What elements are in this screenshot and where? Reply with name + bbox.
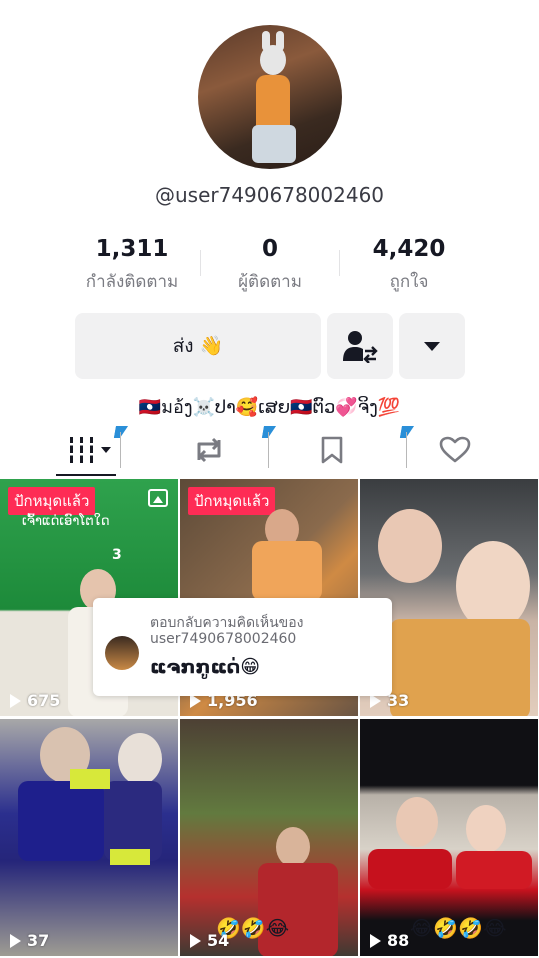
video-thumbnail[interactable]: 😂🤣🤣😂 88 <box>360 719 538 956</box>
stat-followers[interactable]: 0 ผู้ติดตาม <box>200 236 340 295</box>
repost-icon <box>197 437 221 463</box>
play-count: 675 <box>10 691 60 710</box>
avatar-figure-head <box>260 45 286 75</box>
profile-avatar[interactable] <box>198 25 342 169</box>
person-face <box>378 509 442 583</box>
add-friend-button[interactable] <box>327 313 393 379</box>
person-face <box>276 827 310 867</box>
reply-comment-text: ແຈກກູແດ່😁 <box>150 656 261 678</box>
person-face <box>396 797 438 847</box>
stat-divider <box>200 250 201 276</box>
video-caption: ເຈົ້າແດ່ເອົາໂຕໃດ <box>22 514 110 529</box>
person-figure <box>252 541 322 601</box>
stat-following-value: 1,311 <box>95 236 169 262</box>
play-count: 54 <box>190 931 229 950</box>
photo-mode-icon <box>148 489 168 507</box>
video-thumbnail[interactable]: 37 <box>0 719 178 956</box>
bookmark-icon <box>321 436 343 464</box>
person-face <box>118 733 162 785</box>
profile-stats: 1,311 กำลังติดตาม 0 ผู้ติดตาม 4,420 ถูกใ… <box>0 236 539 296</box>
person-figure <box>258 863 338 956</box>
sticker-overlay <box>110 849 150 865</box>
reply-comment-card[interactable]: ตอบกลับความคิดเห็นของ user7490678002460 … <box>93 598 392 696</box>
play-icon <box>10 693 21 708</box>
send-message-button[interactable]: ส่ง 👋 <box>75 313 321 379</box>
stat-likes[interactable]: 4,420 ถูกใจ <box>339 236 479 295</box>
person-face <box>466 805 506 853</box>
pin-marker-icon <box>113 426 129 468</box>
profile-username: @user7490678002460 <box>154 183 385 207</box>
profile-tabs <box>0 420 539 476</box>
pinned-badge: ปักหมุดแล้ว <box>8 487 96 515</box>
video-grid: ปักหมุดแล้ว ເຈົ້າແດ່ເອົາໂຕໃດ 3 675 ปักหม… <box>0 479 539 958</box>
person-figure <box>368 849 452 889</box>
heart-icon <box>439 436 471 463</box>
stat-divider <box>339 250 340 276</box>
play-icon <box>190 933 201 948</box>
reply-username: user7490678002460 <box>150 631 297 647</box>
stat-followers-label: ผู้ติดตาม <box>238 272 302 292</box>
profile-bio: 🇱🇦มอ้ງ☠️ປາ🥰ເສຍ🇱🇦ຕົວ💞ຈິງ💯 <box>138 397 401 418</box>
tab-videos[interactable] <box>60 434 120 466</box>
video-emojis: 😂🤣🤣😂 <box>410 916 507 940</box>
play-icon <box>10 933 21 948</box>
tab-reposts[interactable] <box>182 434 236 466</box>
tab-liked[interactable] <box>428 434 482 466</box>
person-face <box>456 541 530 631</box>
chevron-down-icon <box>424 341 440 351</box>
more-options-button[interactable] <box>399 313 465 379</box>
stat-likes-label: ถูกใจ <box>389 272 429 292</box>
play-icon <box>370 933 381 948</box>
sticker-overlay <box>70 769 110 789</box>
person-figure <box>18 781 104 861</box>
tab-favorites[interactable] <box>305 434 359 466</box>
avatar-figure-skirt <box>252 125 296 163</box>
stat-likes-value: 4,420 <box>372 236 446 262</box>
person-figure <box>390 619 530 716</box>
commenter-avatar <box>105 636 139 670</box>
video-thumbnail[interactable]: 🤣🤣😂 54 <box>180 719 358 956</box>
pin-marker-icon <box>399 426 415 468</box>
pinned-badge: ปักหมุดแล้ว <box>188 487 276 515</box>
stat-following[interactable]: 1,311 กำลังติดตาม <box>62 236 202 295</box>
play-count: 88 <box>370 931 409 950</box>
active-tab-indicator <box>56 474 116 476</box>
stat-following-label: กำลังติดตาม <box>85 272 179 292</box>
stat-followers-value: 0 <box>261 236 278 262</box>
person-swap-icon <box>343 331 378 363</box>
video-overlay-number: 3 <box>112 547 122 563</box>
play-count: 37 <box>10 931 49 950</box>
grid-icon <box>67 437 111 463</box>
person-figure <box>456 851 532 889</box>
pin-marker-icon <box>261 426 277 468</box>
avatar-figure-body <box>256 75 290 131</box>
